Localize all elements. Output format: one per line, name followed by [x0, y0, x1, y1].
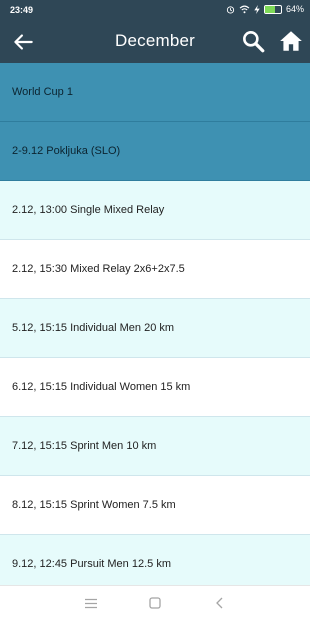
charging-icon: [254, 4, 260, 14]
list-item[interactable]: 5.12, 15:15 Individual Men 20 km: [0, 299, 310, 358]
app-bar: December: [0, 20, 310, 63]
list-item-label: 2.12, 15:30 Mixed Relay 2x6+2x7.5: [12, 263, 185, 275]
status-time: 23:49: [10, 5, 34, 15]
battery-icon: [263, 4, 282, 14]
list-item[interactable]: 2.12, 13:00 Single Mixed Relay: [0, 181, 310, 240]
list-item-label: 5.12, 15:15 Individual Men 20 km: [12, 322, 175, 334]
list-item[interactable]: 2.12, 15:30 Mixed Relay 2x6+2x7.5: [0, 240, 310, 299]
status-icons: 64%: [226, 4, 304, 14]
list-item-label: 9.12, 12:45 Pursuit Men 12.5 km: [12, 558, 171, 570]
event-list: World Cup 1 2-9.12 Pokljuka (SLO) 2.12, …: [0, 63, 310, 585]
list-item[interactable]: 2-9.12 Pokljuka (SLO): [0, 122, 310, 181]
list-item-label: 2-9.12 Pokljuka (SLO): [12, 145, 121, 157]
alarm-icon: [226, 5, 235, 14]
home-nav-icon[interactable]: [149, 597, 161, 609]
list-item[interactable]: World Cup 1: [0, 63, 310, 122]
battery-percent: 64%: [285, 4, 304, 14]
list-item[interactable]: 8.12, 15:15 Sprint Women 7.5 km: [0, 476, 310, 535]
list-item-label: 6.12, 15:15 Individual Women 15 km: [12, 381, 191, 393]
list-item-label: 8.12, 15:15 Sprint Women 7.5 km: [12, 499, 176, 511]
home-icon: [280, 31, 302, 51]
list-item[interactable]: 9.12, 12:45 Pursuit Men 12.5 km: [0, 535, 310, 585]
list-item[interactable]: 7.12, 15:15 Sprint Men 10 km: [0, 417, 310, 476]
home-button[interactable]: [278, 28, 304, 54]
navigation-bar: [0, 585, 310, 621]
search-icon: [243, 31, 265, 53]
battery-level: [264, 5, 276, 13]
search-button[interactable]: [240, 28, 266, 54]
recent-apps-icon[interactable]: [84, 598, 98, 609]
list-item-label: 7.12, 15:15 Sprint Men 10 km: [12, 440, 157, 452]
wifi-icon: [239, 5, 250, 13]
back-nav-icon[interactable]: [214, 596, 226, 610]
status-bar: 23:49 64%: [0, 0, 310, 20]
list-item[interactable]: 6.12, 15:15 Individual Women 15 km: [0, 358, 310, 417]
list-item-label: 2.12, 13:00 Single Mixed Relay: [12, 204, 165, 216]
list-item-label: World Cup 1: [12, 86, 73, 98]
